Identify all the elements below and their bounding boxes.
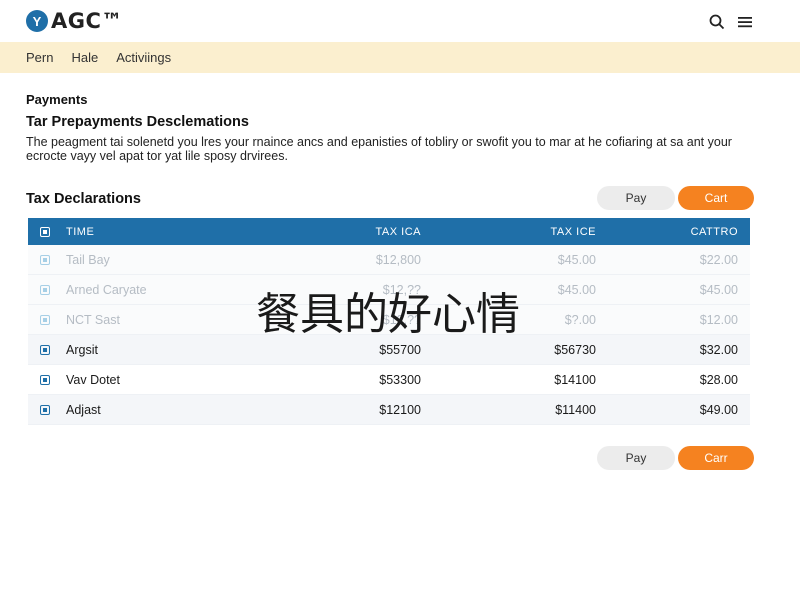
row-cattro: $45.00 [699, 282, 738, 297]
row-cattro: $28.00 [699, 372, 738, 387]
table-header: TIME TAX ICA TAX ICE CATTRO [28, 218, 750, 245]
table-row[interactable]: Vav Dotet $53300 $14100 $28.00 [28, 365, 750, 395]
row-tax-ica: $53300 [379, 372, 421, 387]
row-checkbox[interactable] [40, 284, 50, 295]
column-header-time[interactable]: TIME [56, 226, 286, 238]
row-name: Tail Bay [66, 252, 110, 267]
menu-icon[interactable] [736, 13, 754, 31]
row-checkbox[interactable] [40, 344, 50, 355]
row-tax-ice: $11400 [555, 402, 596, 417]
row-name: Argsit [66, 342, 98, 357]
row-name: NCT Sast [66, 312, 120, 327]
nav-item-pern[interactable]: Pern [26, 50, 53, 65]
row-tax-ica: $12100 [379, 402, 421, 417]
search-icon[interactable] [708, 13, 726, 31]
row-checkbox[interactable] [40, 254, 50, 265]
cart-button-bottom[interactable]: Carr [678, 446, 754, 470]
cart-button-top[interactable]: Cart [678, 186, 754, 210]
table-row[interactable]: Tail Bay $12,800 $45.00 $22.00 [28, 245, 750, 275]
table-row[interactable]: Adjast $12100 $11400 $49.00 [28, 395, 750, 425]
nav-item-hale[interactable]: Hale [71, 50, 98, 65]
section-label: Payments [26, 92, 88, 107]
row-checkbox[interactable] [40, 374, 50, 385]
pay-button-bottom[interactable]: Pay [597, 446, 675, 470]
logo-icon: Y [26, 10, 48, 32]
row-cattro: $12.00 [699, 312, 738, 327]
logo[interactable]: Y AGC™ [26, 9, 123, 33]
row-cattro: $49.00 [699, 402, 738, 417]
row-name: Adjast [66, 402, 101, 417]
top-icons [708, 13, 754, 31]
row-tax-ica: $55700 [379, 342, 421, 357]
nav-item-activiings[interactable]: Activiings [116, 50, 171, 65]
logo-text: AGC™ [51, 9, 123, 33]
column-header-cattro[interactable]: CATTRO [596, 226, 750, 238]
row-cattro: $32.00 [699, 342, 738, 357]
page-title: Tar Prepayments Desclemations [26, 114, 249, 130]
row-cattro: $22.00 [699, 252, 738, 267]
row-checkbox[interactable] [40, 404, 50, 415]
table-title: Tax Declarations [26, 191, 141, 207]
row-checkbox[interactable] [40, 314, 50, 325]
row-name: Arned Caryate [66, 282, 147, 297]
row-tax-ice: $14100 [554, 372, 596, 387]
nav-bar: Pern Hale Activiings [0, 42, 800, 73]
pay-button-top[interactable]: Pay [597, 186, 675, 210]
row-tax-ice: $56730 [554, 342, 596, 357]
row-tax-ice: $45.00 [557, 252, 596, 267]
row-name: Vav Dotet [66, 372, 120, 387]
column-header-tax-ica[interactable]: TAX ICA [286, 226, 421, 238]
select-all-checkbox[interactable] [40, 226, 50, 237]
row-tax-ica: $12,800 [375, 252, 421, 267]
overlay-caption: 餐具的好心情 [256, 289, 520, 340]
page-description: The peagment tai solenetd you lres your … [26, 135, 732, 163]
column-header-tax-ice[interactable]: TAX ICE [421, 226, 596, 238]
top-bar: Y AGC™ [0, 0, 800, 42]
